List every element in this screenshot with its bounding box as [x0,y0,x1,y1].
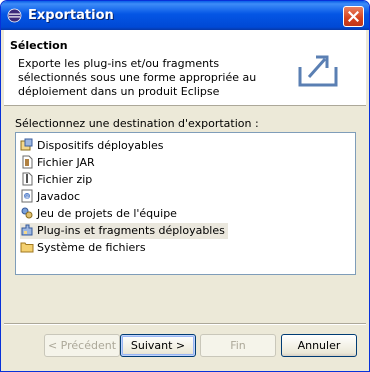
tree-item-label: Dispositifs déployables [37,139,164,152]
tree-item-label: Fichier zip [37,173,93,186]
zip-file-icon [22,172,33,186]
button-separator [4,323,366,325]
tree-item-jar-file[interactable]: Fichier JAR [20,155,98,171]
svg-text:@: @ [25,194,30,200]
cancel-button[interactable]: Annuler [281,334,357,357]
tree-item-label: Système de fichiers [37,241,146,254]
tree-item-label: Fichier JAR [37,156,95,169]
tree-item-team-project-set[interactable]: Jeu de projets de l'équipe [20,206,180,222]
tree-item-label: Jeu de projets de l'équipe [37,207,177,220]
jar-file-icon [22,155,33,169]
page-title: Sélection [10,39,68,52]
tree-item-file-system[interactable]: Système de fichiers [20,240,149,256]
page-description: Exporte les plug-ins et/ou fragments sél… [18,57,257,98]
back-button[interactable]: < Précédent [44,334,120,357]
feature-icon [20,138,33,151]
export-wizard-icon [298,55,338,87]
tree-item-label: Plug-ins et fragments déployables [37,224,225,237]
export-dialog: Exportation Sélection Exporte les plug-i… [0,0,370,372]
javadoc-icon: @ [21,189,33,203]
window-title: Exportation [28,8,114,23]
destination-label: Sélectionnez une destination d'exportati… [15,117,259,130]
plugin-icon [21,224,33,236]
finish-button[interactable]: Fin [200,334,276,357]
tree-item-javadoc[interactable]: @ Javadoc [20,189,83,205]
eclipse-icon [7,8,22,23]
tree-item-deployable-plugins[interactable]: Plug-ins et fragments déployables [20,223,228,239]
close-icon [348,11,359,22]
next-button[interactable]: Suivant > [120,334,196,357]
title-bar[interactable]: Exportation [1,1,369,30]
tree-item-zip-file[interactable]: Fichier zip [20,172,95,188]
wizard-header: Sélection Exporte les plug-ins et/ou fra… [4,30,366,106]
close-button[interactable] [343,6,364,27]
tree-item-deployable-features[interactable]: Dispositifs déployables [20,138,167,154]
team-project-icon [21,207,33,219]
destination-tree[interactable]: Dispositifs déployables Fichier JAR Fich… [15,132,356,275]
tree-item-label: Javadoc [37,190,80,203]
folder-icon [20,242,34,253]
